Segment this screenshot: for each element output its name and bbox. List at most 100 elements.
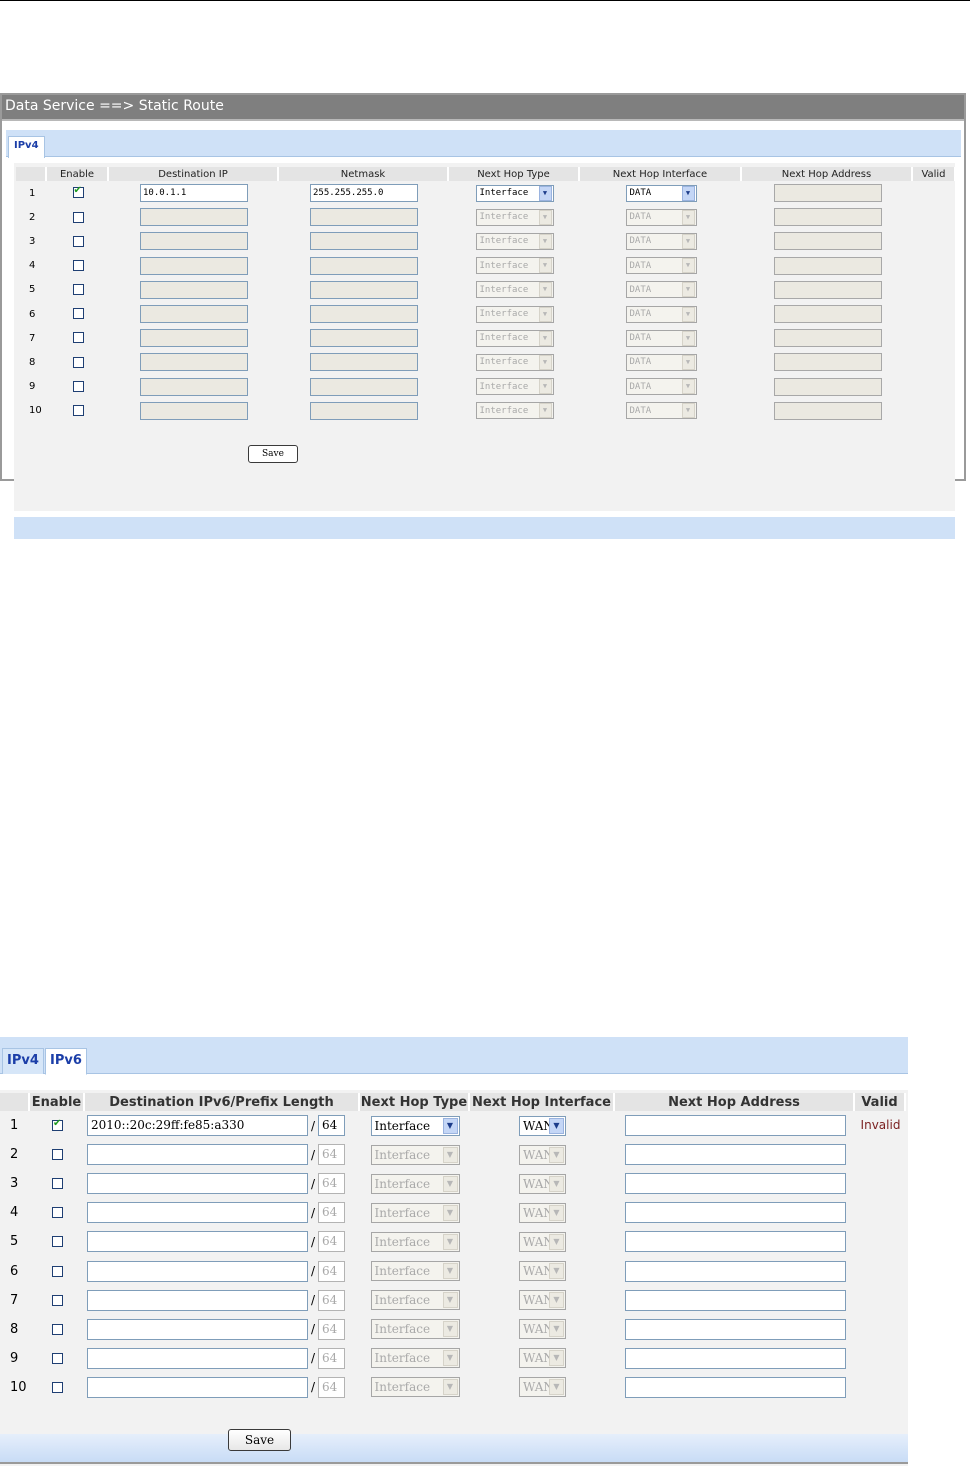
enable-checkbox[interactable] xyxy=(52,1323,63,1335)
next-hop-interface-select[interactable]: DATA ▼ xyxy=(625,257,697,275)
next-hop-address-input[interactable] xyxy=(773,184,882,203)
next-hop-interface-select[interactable]: DATA ▼ xyxy=(625,281,697,299)
next-hop-type-select[interactable]: Interface ▼ xyxy=(475,353,554,371)
next-hop-type-select[interactable]: Interface ▼ xyxy=(370,1319,460,1340)
netmask-input[interactable] xyxy=(310,232,418,251)
next-hop-interface-select[interactable]: DATA ▼ xyxy=(625,208,697,226)
destination-ip-input[interactable] xyxy=(140,401,248,420)
next-hop-type-select[interactable]: Interface ▼ xyxy=(475,257,554,275)
tab-ipv4[interactable]: IPv4 xyxy=(2,1048,44,1074)
next-hop-interface-select[interactable]: WAN ▼ xyxy=(519,1115,566,1136)
enable-checkbox[interactable] xyxy=(72,356,84,368)
next-hop-interface-select[interactable]: WAN ▼ xyxy=(519,1144,566,1165)
enable-checkbox[interactable] xyxy=(72,211,84,223)
destination-ip-input[interactable] xyxy=(140,305,248,324)
tab-ipv6[interactable]: IPv6 xyxy=(45,1048,87,1075)
next-hop-address-input[interactable] xyxy=(773,353,882,372)
destination-ipv6-input[interactable] xyxy=(87,1144,308,1166)
netmask-input[interactable] xyxy=(310,256,418,275)
enable-checkbox[interactable] xyxy=(72,284,84,296)
prefix-length-input[interactable]: 64 xyxy=(318,1115,345,1137)
netmask-input[interactable] xyxy=(310,305,418,324)
next-hop-type-select[interactable]: Interface ▼ xyxy=(370,1173,460,1194)
next-hop-address-input[interactable] xyxy=(773,305,882,324)
destination-ip-input[interactable] xyxy=(140,208,248,227)
destination-ip-input[interactable] xyxy=(140,280,248,299)
destination-ipv6-input[interactable]: 2010::20c:29ff:fe85:a330 xyxy=(87,1115,308,1137)
next-hop-address-input[interactable] xyxy=(624,1115,846,1137)
prefix-length-input[interactable]: 64 xyxy=(318,1318,345,1340)
next-hop-interface-select[interactable]: WAN ▼ xyxy=(519,1319,566,1340)
destination-ip-input[interactable]: 10.0.1.1 xyxy=(140,184,248,203)
destination-ip-input[interactable] xyxy=(140,256,248,275)
destination-ip-input[interactable] xyxy=(140,232,248,251)
next-hop-type-select[interactable]: Interface ▼ xyxy=(370,1202,460,1223)
enable-checkbox[interactable] xyxy=(52,1118,63,1132)
enable-checkbox[interactable] xyxy=(52,1294,63,1306)
destination-ip-input[interactable] xyxy=(140,329,248,348)
prefix-length-input[interactable]: 64 xyxy=(318,1144,345,1166)
next-hop-address-input[interactable] xyxy=(773,401,882,420)
enable-checkbox[interactable] xyxy=(52,1352,63,1364)
next-hop-type-select[interactable]: Interface ▼ xyxy=(475,402,554,420)
next-hop-address-input[interactable] xyxy=(773,280,882,299)
save-button[interactable]: Save xyxy=(248,445,298,463)
netmask-input[interactable]: 255.255.255.0 xyxy=(310,184,418,203)
next-hop-type-select[interactable]: Interface ▼ xyxy=(370,1115,460,1136)
enable-checkbox[interactable] xyxy=(72,259,84,271)
enable-checkbox[interactable] xyxy=(52,1149,63,1161)
netmask-input[interactable] xyxy=(310,329,418,348)
next-hop-interface-select[interactable]: WAN ▼ xyxy=(519,1261,566,1282)
next-hop-interface-select[interactable]: DATA ▼ xyxy=(625,402,697,420)
next-hop-type-select[interactable]: Interface ▼ xyxy=(475,208,554,226)
next-hop-interface-select[interactable]: DATA ▼ xyxy=(625,353,697,371)
destination-ip-input[interactable] xyxy=(140,353,248,372)
next-hop-interface-select[interactable]: DATA ▼ xyxy=(625,305,697,323)
next-hop-interface-select[interactable]: DATA ▼ xyxy=(625,329,697,347)
next-hop-type-select[interactable]: Interface ▼ xyxy=(475,184,554,202)
netmask-input[interactable] xyxy=(310,377,418,396)
next-hop-address-input[interactable] xyxy=(624,1376,846,1398)
prefix-length-input[interactable]: 64 xyxy=(318,1260,345,1282)
enable-checkbox[interactable] xyxy=(52,1236,63,1248)
destination-ipv6-input[interactable] xyxy=(87,1260,308,1282)
enable-checkbox[interactable] xyxy=(52,1178,63,1190)
destination-ipv6-input[interactable] xyxy=(87,1173,308,1195)
next-hop-address-input[interactable] xyxy=(624,1202,846,1224)
next-hop-type-select[interactable]: Interface ▼ xyxy=(475,378,554,396)
prefix-length-input[interactable]: 64 xyxy=(318,1289,345,1311)
save-button[interactable]: Save xyxy=(228,1429,291,1451)
next-hop-address-input[interactable] xyxy=(773,232,882,251)
enable-checkbox[interactable] xyxy=(52,1207,63,1219)
next-hop-address-input[interactable] xyxy=(773,377,882,396)
next-hop-interface-select[interactable]: DATA ▼ xyxy=(625,232,697,250)
next-hop-address-input[interactable] xyxy=(624,1144,846,1166)
next-hop-address-input[interactable] xyxy=(773,208,882,227)
next-hop-address-input[interactable] xyxy=(624,1260,846,1282)
enable-checkbox[interactable] xyxy=(72,185,84,199)
next-hop-interface-select[interactable]: DATA ▼ xyxy=(625,184,697,202)
destination-ipv6-input[interactable] xyxy=(87,1347,308,1369)
next-hop-type-select[interactable]: Interface ▼ xyxy=(475,305,554,323)
netmask-input[interactable] xyxy=(310,401,418,420)
next-hop-address-input[interactable] xyxy=(624,1318,846,1340)
prefix-length-input[interactable]: 64 xyxy=(318,1202,345,1224)
enable-checkbox[interactable] xyxy=(52,1381,63,1393)
next-hop-type-select[interactable]: Interface ▼ xyxy=(370,1144,460,1165)
enable-checkbox[interactable] xyxy=(72,308,84,320)
next-hop-interface-select[interactable]: WAN ▼ xyxy=(519,1290,566,1311)
next-hop-address-input[interactable] xyxy=(624,1231,846,1253)
destination-ipv6-input[interactable] xyxy=(87,1376,308,1398)
next-hop-type-select[interactable]: Interface ▼ xyxy=(370,1348,460,1369)
next-hop-address-input[interactable] xyxy=(773,256,882,275)
netmask-input[interactable] xyxy=(310,280,418,299)
prefix-length-input[interactable]: 64 xyxy=(318,1173,345,1195)
next-hop-interface-select[interactable]: DATA ▼ xyxy=(625,378,697,396)
enable-checkbox[interactable] xyxy=(72,235,84,247)
destination-ip-input[interactable] xyxy=(140,377,248,396)
next-hop-interface-select[interactable]: WAN ▼ xyxy=(519,1173,566,1194)
next-hop-address-input[interactable] xyxy=(773,329,882,348)
netmask-input[interactable] xyxy=(310,208,418,227)
next-hop-type-select[interactable]: Interface ▼ xyxy=(370,1290,460,1311)
destination-ipv6-input[interactable] xyxy=(87,1231,308,1253)
